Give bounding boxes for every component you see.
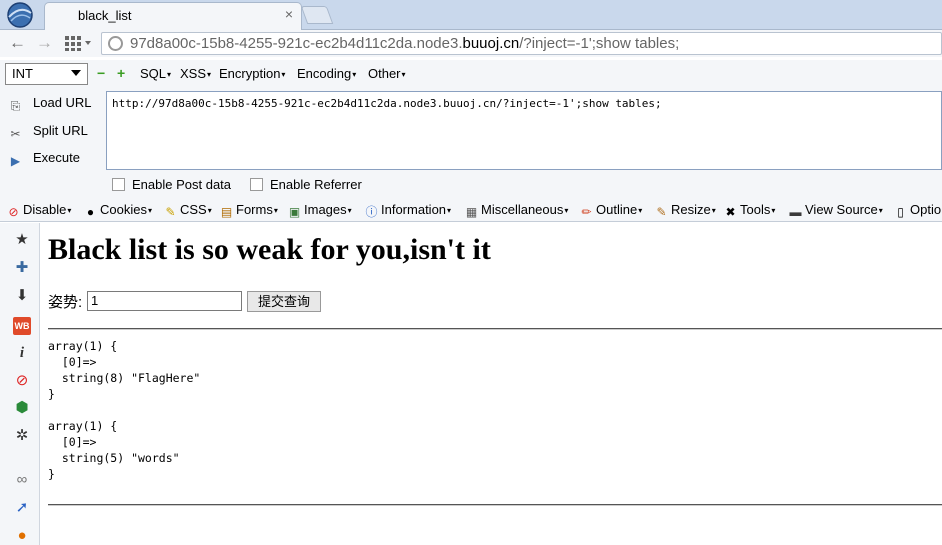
- hackbar-panel: ⎘ Load URL ✂ Split URL ▶ Execute http://97d…: [0, 88, 942, 198]
- star-icon[interactable]: ★: [13, 231, 31, 249]
- execute-button[interactable]: ▶ Execute: [8, 150, 80, 169]
- tab-black-list[interactable]: black_list ×: [44, 2, 302, 30]
- checkbox-box[interactable]: [112, 178, 125, 191]
- type-select[interactable]: INT: [5, 63, 88, 85]
- globe-icon: [108, 36, 123, 51]
- resize-icon: ✎: [656, 205, 667, 219]
- split-url-label: Split URL: [33, 123, 88, 138]
- css-label: CSS: [180, 202, 207, 217]
- outline-icon: ✏: [581, 205, 592, 219]
- tab-close-icon[interactable]: ×: [285, 6, 293, 22]
- pose-label: 姿势:: [48, 294, 83, 311]
- browser-window: black_list × ← → 97d8a00c-15b8-4255-921c…: [0, 0, 942, 545]
- view-source-icon: ▬: [789, 205, 802, 219]
- divider-top: [48, 328, 942, 330]
- split-url-icon: ✂: [10, 127, 21, 141]
- images-label: Images: [304, 202, 347, 217]
- outline-label: Outline: [596, 202, 638, 217]
- disable-icon: ⊘: [8, 205, 19, 219]
- navigation-bar: ← → 97d8a00c-15b8-4255-921c-ec2b4d11c2da…: [0, 30, 942, 57]
- forward-arrow-icon[interactable]: →: [36, 33, 53, 53]
- disable-label: Disable: [23, 202, 67, 217]
- cursor-icon[interactable]: ➚: [13, 499, 31, 517]
- options-menu[interactable]: ▯ Optio: [893, 202, 941, 219]
- information-icon: ⓘ: [365, 205, 378, 219]
- type-select-value: INT: [12, 66, 33, 81]
- browser-logo-icon[interactable]: [4, 1, 36, 29]
- menu-other[interactable]: Other: [368, 66, 406, 81]
- info-icon[interactable]: i: [13, 344, 31, 362]
- options-label: Optio: [910, 202, 942, 217]
- enable-referrer-label: Enable Referrer: [270, 177, 362, 192]
- load-url-button[interactable]: ⎘ Load URL: [8, 95, 92, 114]
- resize-menu[interactable]: ✎ Resize: [654, 202, 716, 219]
- address-text[interactable]: 97d8a00c-15b8-4255-921c-ec2b4d11c2da.nod…: [130, 35, 679, 52]
- miscellaneous-menu[interactable]: ▦ Miscellaneous: [464, 202, 568, 219]
- menu-sql[interactable]: SQL: [140, 66, 171, 81]
- miscellaneous-label: Miscellaneous: [481, 202, 564, 217]
- bug-icon[interactable]: ✲: [13, 427, 31, 445]
- query-result: array(1) { [0]=> string(8) "FlagHere" } …: [48, 339, 201, 481]
- css-menu[interactable]: ✎ CSS: [163, 202, 212, 219]
- forms-label: Forms: [236, 202, 273, 217]
- link-icon[interactable]: ∞: [13, 471, 31, 489]
- load-url-label: Load URL: [33, 95, 92, 110]
- page-title: Black list is so weak for you,isn't it: [48, 233, 491, 266]
- new-tab-button[interactable]: [300, 6, 334, 24]
- tab-strip: black_list ×: [0, 0, 942, 30]
- outline-menu[interactable]: ✏ Outline: [579, 202, 642, 219]
- address-bar[interactable]: 97d8a00c-15b8-4255-921c-ec2b4d11c2da.nod…: [101, 32, 942, 55]
- view-source-label: View Source: [805, 202, 878, 217]
- options-icon: ▯: [897, 205, 904, 219]
- enable-post-label: Enable Post data: [132, 177, 232, 192]
- hackbar-toolbar: INT − + SQL XSS Encryption Encoding Othe…: [0, 60, 942, 88]
- submit-button[interactable]: 提交查询: [247, 291, 321, 312]
- images-icon: ▣: [288, 205, 301, 219]
- flame-icon[interactable]: ●: [13, 527, 31, 545]
- cookies-menu[interactable]: ● Cookies: [83, 202, 152, 219]
- forms-icon: ▤: [220, 205, 233, 219]
- download-icon[interactable]: ⬇: [13, 287, 31, 305]
- page-content: Black list is so weak for you,isn't it 姿…: [48, 223, 942, 545]
- images-menu[interactable]: ▣ Images: [287, 202, 352, 219]
- tools-menu[interactable]: ✖ Tools: [723, 202, 775, 219]
- apps-grid-icon[interactable]: [65, 36, 95, 51]
- url-textarea[interactable]: http://97d8a00c-15b8-4255-921c-ec2b4d11c…: [106, 91, 942, 170]
- enable-referrer-checkbox[interactable]: Enable Referrer: [250, 177, 362, 192]
- cookies-icon: ●: [86, 205, 95, 219]
- menu-xss[interactable]: XSS: [180, 66, 211, 81]
- wb-icon[interactable]: WB: [13, 317, 31, 335]
- menu-encryption[interactable]: Encryption: [219, 66, 285, 81]
- web-developer-toolbar: ⊘Disable ●Cookies ✎CSS ▤Forms ▣Images ⓘI…: [0, 198, 942, 222]
- information-menu[interactable]: ⓘ Information: [364, 202, 451, 219]
- back-arrow-icon[interactable]: ←: [9, 33, 26, 53]
- split-url-button[interactable]: ✂ Split URL: [8, 123, 88, 142]
- cookies-label: Cookies: [100, 202, 147, 217]
- view-source-menu[interactable]: ▬ View Source: [788, 202, 883, 219]
- puzzle-icon[interactable]: ✚: [13, 259, 31, 277]
- resize-label: Resize: [671, 202, 711, 217]
- css-icon: ✎: [165, 205, 176, 219]
- checkbox-box[interactable]: [250, 178, 263, 191]
- menu-encoding[interactable]: Encoding: [297, 66, 356, 81]
- divider-bottom: [48, 504, 942, 506]
- tab-title: black_list: [78, 8, 132, 23]
- inject-input[interactable]: 1: [87, 291, 242, 311]
- tools-label: Tools: [740, 202, 771, 217]
- minus-icon[interactable]: −: [97, 65, 105, 81]
- miscellaneous-icon: ▦: [465, 205, 478, 219]
- forms-menu[interactable]: ▤ Forms: [219, 202, 278, 219]
- execute-label: Execute: [33, 150, 80, 165]
- play-icon: ▶: [10, 154, 21, 168]
- tools-icon: ✖: [725, 205, 736, 219]
- chevron-down-icon: [71, 70, 81, 76]
- block-icon[interactable]: ⊘: [13, 372, 31, 390]
- extensions-sidebar: ★ ✚ ⬇ WB i ⊘ ⬢ ✲ ∞ ➚ ●: [0, 223, 40, 545]
- plus-icon[interactable]: +: [117, 65, 125, 81]
- load-url-icon: ⎘: [10, 99, 21, 113]
- disable-menu[interactable]: ⊘ Disable: [6, 202, 71, 219]
- shield-icon[interactable]: ⬢: [13, 399, 31, 417]
- information-label: Information: [381, 202, 447, 217]
- enable-post-checkbox[interactable]: Enable Post data: [112, 177, 231, 192]
